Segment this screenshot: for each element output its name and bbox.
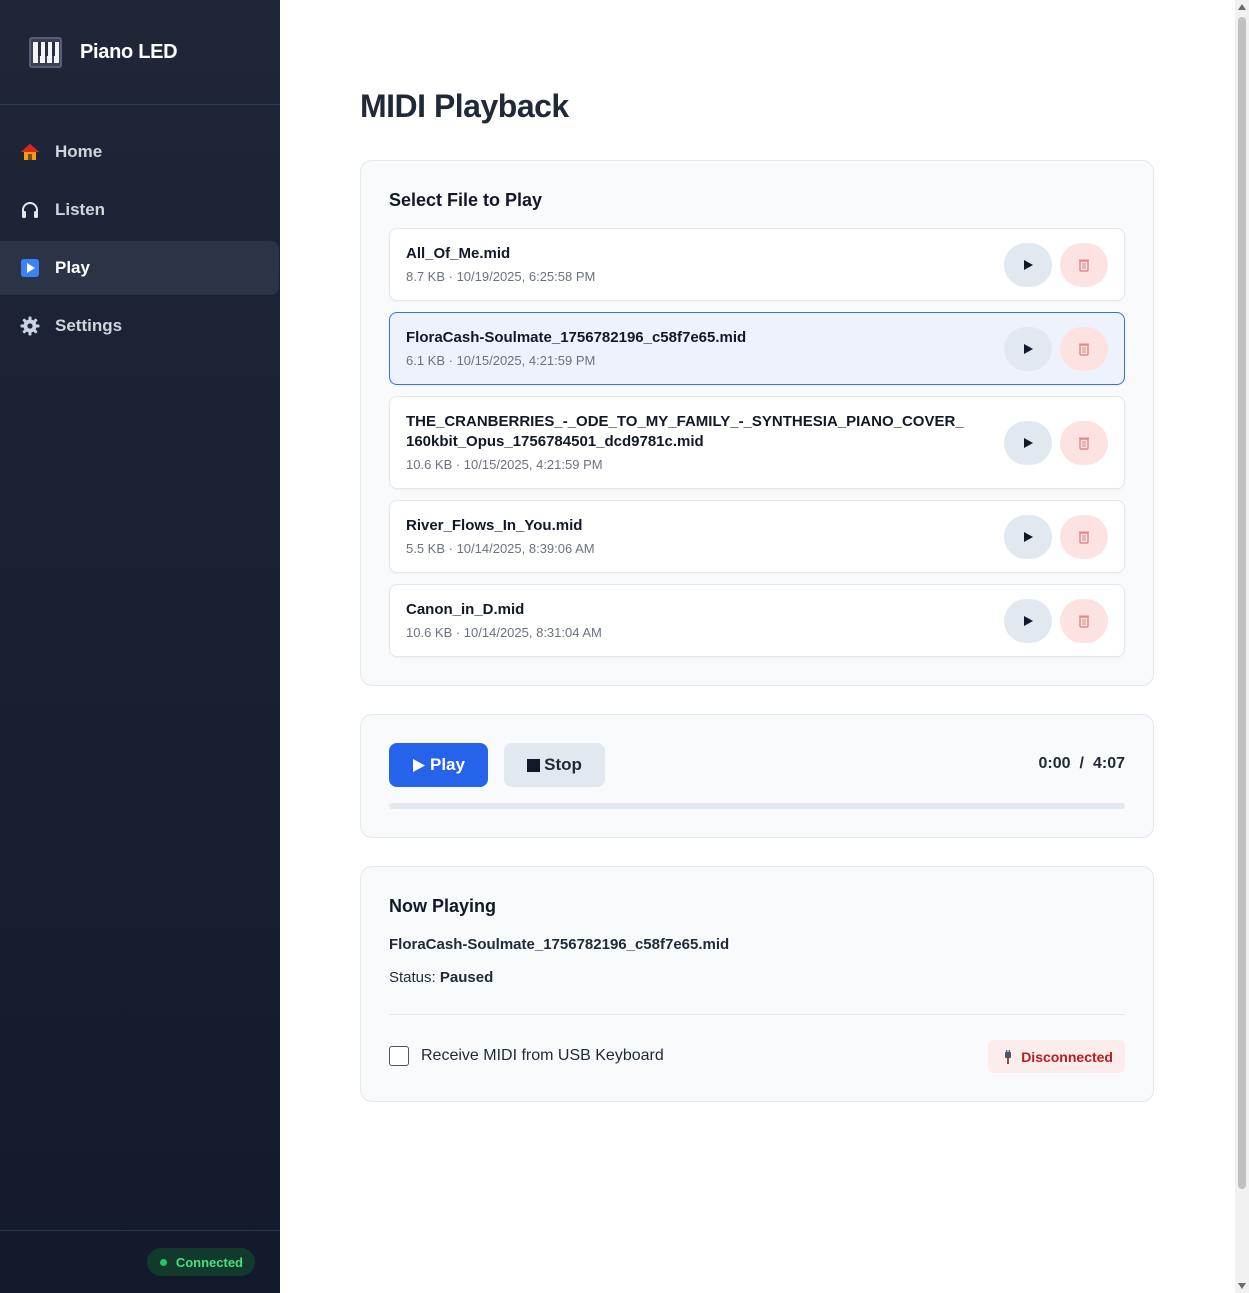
delete-file-button[interactable] <box>1060 327 1108 371</box>
file-name: Canon_in_D.mid <box>406 601 525 618</box>
play-icon <box>1024 532 1033 542</box>
play-icon <box>1024 344 1033 354</box>
play-file-button[interactable] <box>1004 421 1052 465</box>
connection-status-label: Connected <box>175 1254 243 1270</box>
trash-icon <box>1079 259 1089 272</box>
play-square-icon <box>20 258 40 278</box>
usb-status-label: Disconnected <box>1021 1048 1113 1065</box>
stop-button-label: Stop <box>544 755 582 774</box>
delete-file-button[interactable] <box>1060 515 1108 559</box>
piano-icon <box>29 36 62 68</box>
play-file-button[interactable] <box>1004 599 1052 643</box>
time-readout: 0:00 / 4:07 <box>1038 755 1125 773</box>
total-time: 4:07 <box>1092 755 1125 772</box>
file-name: River_Flows_In_You.mid <box>406 517 583 534</box>
playback-controls-card: Play Stop 0:00 / 4:07 <box>360 714 1154 838</box>
status-dot-icon <box>159 1258 167 1266</box>
file-meta: 6.1 KB · 10/15/2025, 4:21:59 PM <box>406 353 596 368</box>
file-meta: 8.7 KB · 10/19/2025, 6:25:58 PM <box>406 269 596 284</box>
sidebar-item-listen[interactable]: Listen <box>0 183 279 237</box>
now-playing-title: Now Playing <box>389 896 497 916</box>
file-list: All_Of_Me.mid 8.7 KB · 10/19/2025, 6:25:… <box>389 228 1125 657</box>
playback-status: Status: Paused <box>389 969 493 986</box>
now-playing-file: FloraCash-Soulmate_1756782196_c58f7e65.m… <box>389 936 730 953</box>
trash-icon <box>1079 437 1089 450</box>
sidebar-item-label: Play <box>55 258 90 277</box>
usb-midi-toggle[interactable]: Receive MIDI from USB Keyboard <box>389 1046 664 1066</box>
house-icon <box>20 142 40 162</box>
file-meta: 10.6 KB · 10/15/2025, 4:21:59 PM <box>406 457 603 472</box>
play-button-label: Play <box>430 755 465 774</box>
play-icon <box>1024 260 1033 270</box>
sidebar-nav: Home Listen Play Settings <box>0 105 280 353</box>
time-separator: / <box>1079 755 1084 772</box>
file-name: FloraCash-Soulmate_1756782196_c58f7e65.m… <box>406 329 747 346</box>
playback-progress-bar[interactable] <box>389 803 1125 809</box>
main-content: MIDI Playback Select File to Play All_Of… <box>280 0 1249 1293</box>
usb-status-badge: Disconnected <box>988 1040 1125 1073</box>
scroll-down-arrow-icon[interactable] <box>1238 1282 1246 1290</box>
file-select-title: Select File to Play <box>389 190 543 210</box>
status-value: Paused <box>439 969 494 986</box>
trash-icon <box>1079 615 1089 628</box>
sidebar: Piano LED Home Listen Play Settings Conn… <box>0 0 280 1293</box>
scroll-up-arrow-icon[interactable] <box>1238 3 1246 11</box>
file-list-item[interactable]: River_Flows_In_You.mid 5.5 KB · 10/14/20… <box>389 500 1125 573</box>
file-list-item[interactable]: All_Of_Me.mid 8.7 KB · 10/19/2025, 6:25:… <box>389 228 1125 301</box>
play-button[interactable]: Play <box>389 743 488 787</box>
file-meta: 10.6 KB · 10/14/2025, 8:31:04 AM <box>406 625 602 640</box>
stop-button[interactable]: Stop <box>504 743 605 787</box>
sidebar-item-play[interactable]: Play <box>0 241 279 295</box>
sidebar-item-label: Listen <box>55 200 106 219</box>
play-file-button[interactable] <box>1004 327 1052 371</box>
file-list-item[interactable]: Canon_in_D.mid 10.6 KB · 10/14/2025, 8:3… <box>389 584 1125 657</box>
sidebar-item-settings[interactable]: Settings <box>0 299 279 353</box>
sidebar-item-home[interactable]: Home <box>0 125 279 179</box>
delete-file-button[interactable] <box>1060 243 1108 287</box>
scrollbar-thumb[interactable] <box>1238 17 1246 1189</box>
stop-icon <box>527 758 541 772</box>
file-list-item[interactable]: THE_CRANBERRIES_-_ODE_TO_MY_FAMILY_-_SYN… <box>389 396 1125 489</box>
file-name: THE_CRANBERRIES_-_ODE_TO_MY_FAMILY_-_SYN… <box>406 413 964 450</box>
delete-file-button[interactable] <box>1060 421 1108 465</box>
play-icon <box>1024 438 1033 448</box>
sidebar-item-label: Settings <box>55 316 123 335</box>
file-list-item[interactable]: FloraCash-Soulmate_1756782196_c58f7e65.m… <box>389 312 1125 385</box>
delete-file-button[interactable] <box>1060 599 1108 643</box>
sidebar-item-label: Home <box>55 142 103 161</box>
play-file-button[interactable] <box>1004 515 1052 559</box>
play-file-button[interactable] <box>1004 243 1052 287</box>
file-name: All_Of_Me.mid <box>406 245 511 262</box>
file-select-card: Select File to Play All_Of_Me.mid 8.7 KB… <box>360 160 1154 686</box>
divider <box>389 1014 1125 1015</box>
usb-midi-label: Receive MIDI from USB Keyboard <box>421 1047 664 1064</box>
gear-icon <box>20 316 40 336</box>
brand: Piano LED <box>0 0 280 105</box>
app-window: Piano LED Home Listen Play Settings Conn… <box>0 0 1249 1293</box>
now-playing-card: Now Playing FloraCash-Soulmate_175678219… <box>360 866 1154 1102</box>
play-icon <box>1024 616 1033 626</box>
headphones-icon <box>20 200 40 220</box>
usb-midi-checkbox[interactable] <box>389 1046 409 1066</box>
plug-icon <box>1004 1049 1012 1064</box>
status-label: Status: <box>389 969 436 986</box>
trash-icon <box>1079 343 1089 356</box>
brand-title: Piano LED <box>80 40 178 63</box>
trash-icon <box>1079 531 1089 544</box>
file-meta: 5.5 KB · 10/14/2025, 8:39:06 AM <box>406 541 595 556</box>
play-icon <box>413 758 425 772</box>
connection-status-badge: Connected <box>146 1248 255 1276</box>
current-time: 0:00 <box>1038 755 1071 772</box>
vertical-scrollbar[interactable] <box>1235 0 1249 1293</box>
sidebar-footer: Connected <box>0 1230 280 1293</box>
page-title: MIDI Playback <box>360 88 569 124</box>
